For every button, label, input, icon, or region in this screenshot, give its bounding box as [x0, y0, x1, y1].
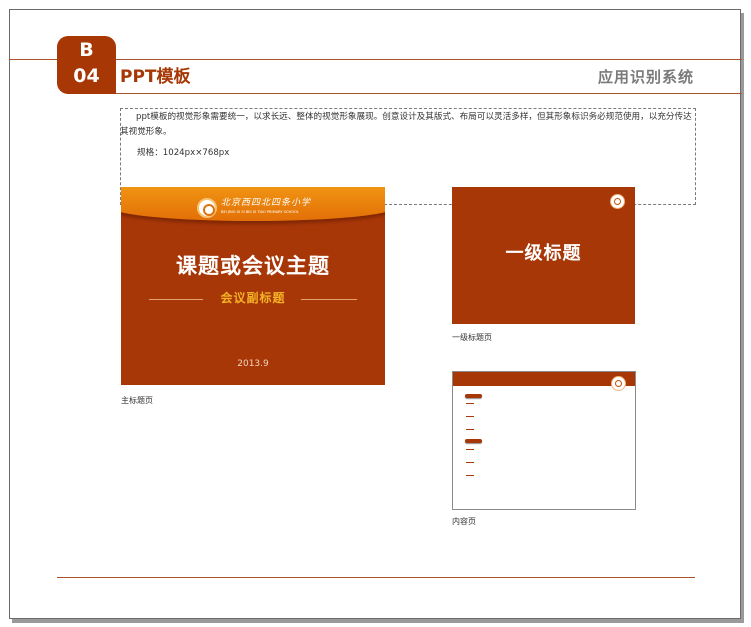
- canvas: B 04 PPT模板 应用识别系统 ppt模板的视觉形象需要统一，以求长远、整体…: [0, 0, 751, 627]
- slide-main-title: 课题或会议主题: [176, 254, 330, 278]
- description-text: ppt模板的视觉形象需要统一，以求长远、整体的视觉形象展现。创意设计及其版式、布…: [120, 112, 692, 137]
- level1-title: 一级标题: [505, 243, 582, 264]
- section-badge: B 04: [57, 36, 116, 94]
- badge-letter: B: [79, 39, 94, 61]
- content-bullet-line: [466, 403, 474, 404]
- main-title-slide-thumbnail: 北京西四北四条小学 BEI JING XI SI BEI SI TIAO PRI…: [121, 187, 385, 385]
- content-slide-caption: 内容页: [452, 517, 476, 526]
- section-title: PPT模板: [120, 67, 191, 87]
- content-heading-pill: [465, 439, 482, 443]
- spec-text: 规格：1024px×768px: [137, 148, 230, 158]
- content-bullet-line: [466, 462, 474, 463]
- level1-slide-caption: 一级标题页: [452, 333, 492, 342]
- badge-number: 04: [73, 65, 100, 87]
- slide-date: 2013.9: [237, 359, 269, 369]
- content-bullet-line: [466, 429, 474, 430]
- header-rule-bottom: [116, 93, 742, 94]
- content-bullet-line: [466, 449, 474, 450]
- level1-title-slide-thumbnail: 一级标题: [452, 187, 635, 324]
- school-logo-icon: [610, 194, 625, 209]
- content-top-band: [453, 372, 635, 386]
- system-name: 应用识别系统: [597, 68, 694, 86]
- main-slide-caption: 主标题页: [121, 396, 153, 405]
- header-rule-top: [9, 59, 742, 60]
- content-bullet-line: [466, 416, 474, 417]
- content-heading-pill: [465, 394, 482, 398]
- footer-rule: [57, 577, 695, 578]
- content-bullet-line: [466, 475, 474, 476]
- school-name-en: BEI JING XI SI BEI SI TIAO PRIMARY SCHOO…: [221, 210, 299, 214]
- school-name-cn: 北京西四北四条小学: [221, 198, 312, 208]
- slide-subtitle: 会议副标题: [220, 291, 286, 305]
- school-logo-icon: [197, 198, 217, 218]
- school-logo-icon: [611, 376, 626, 391]
- content-slide-thumbnail: [452, 371, 636, 510]
